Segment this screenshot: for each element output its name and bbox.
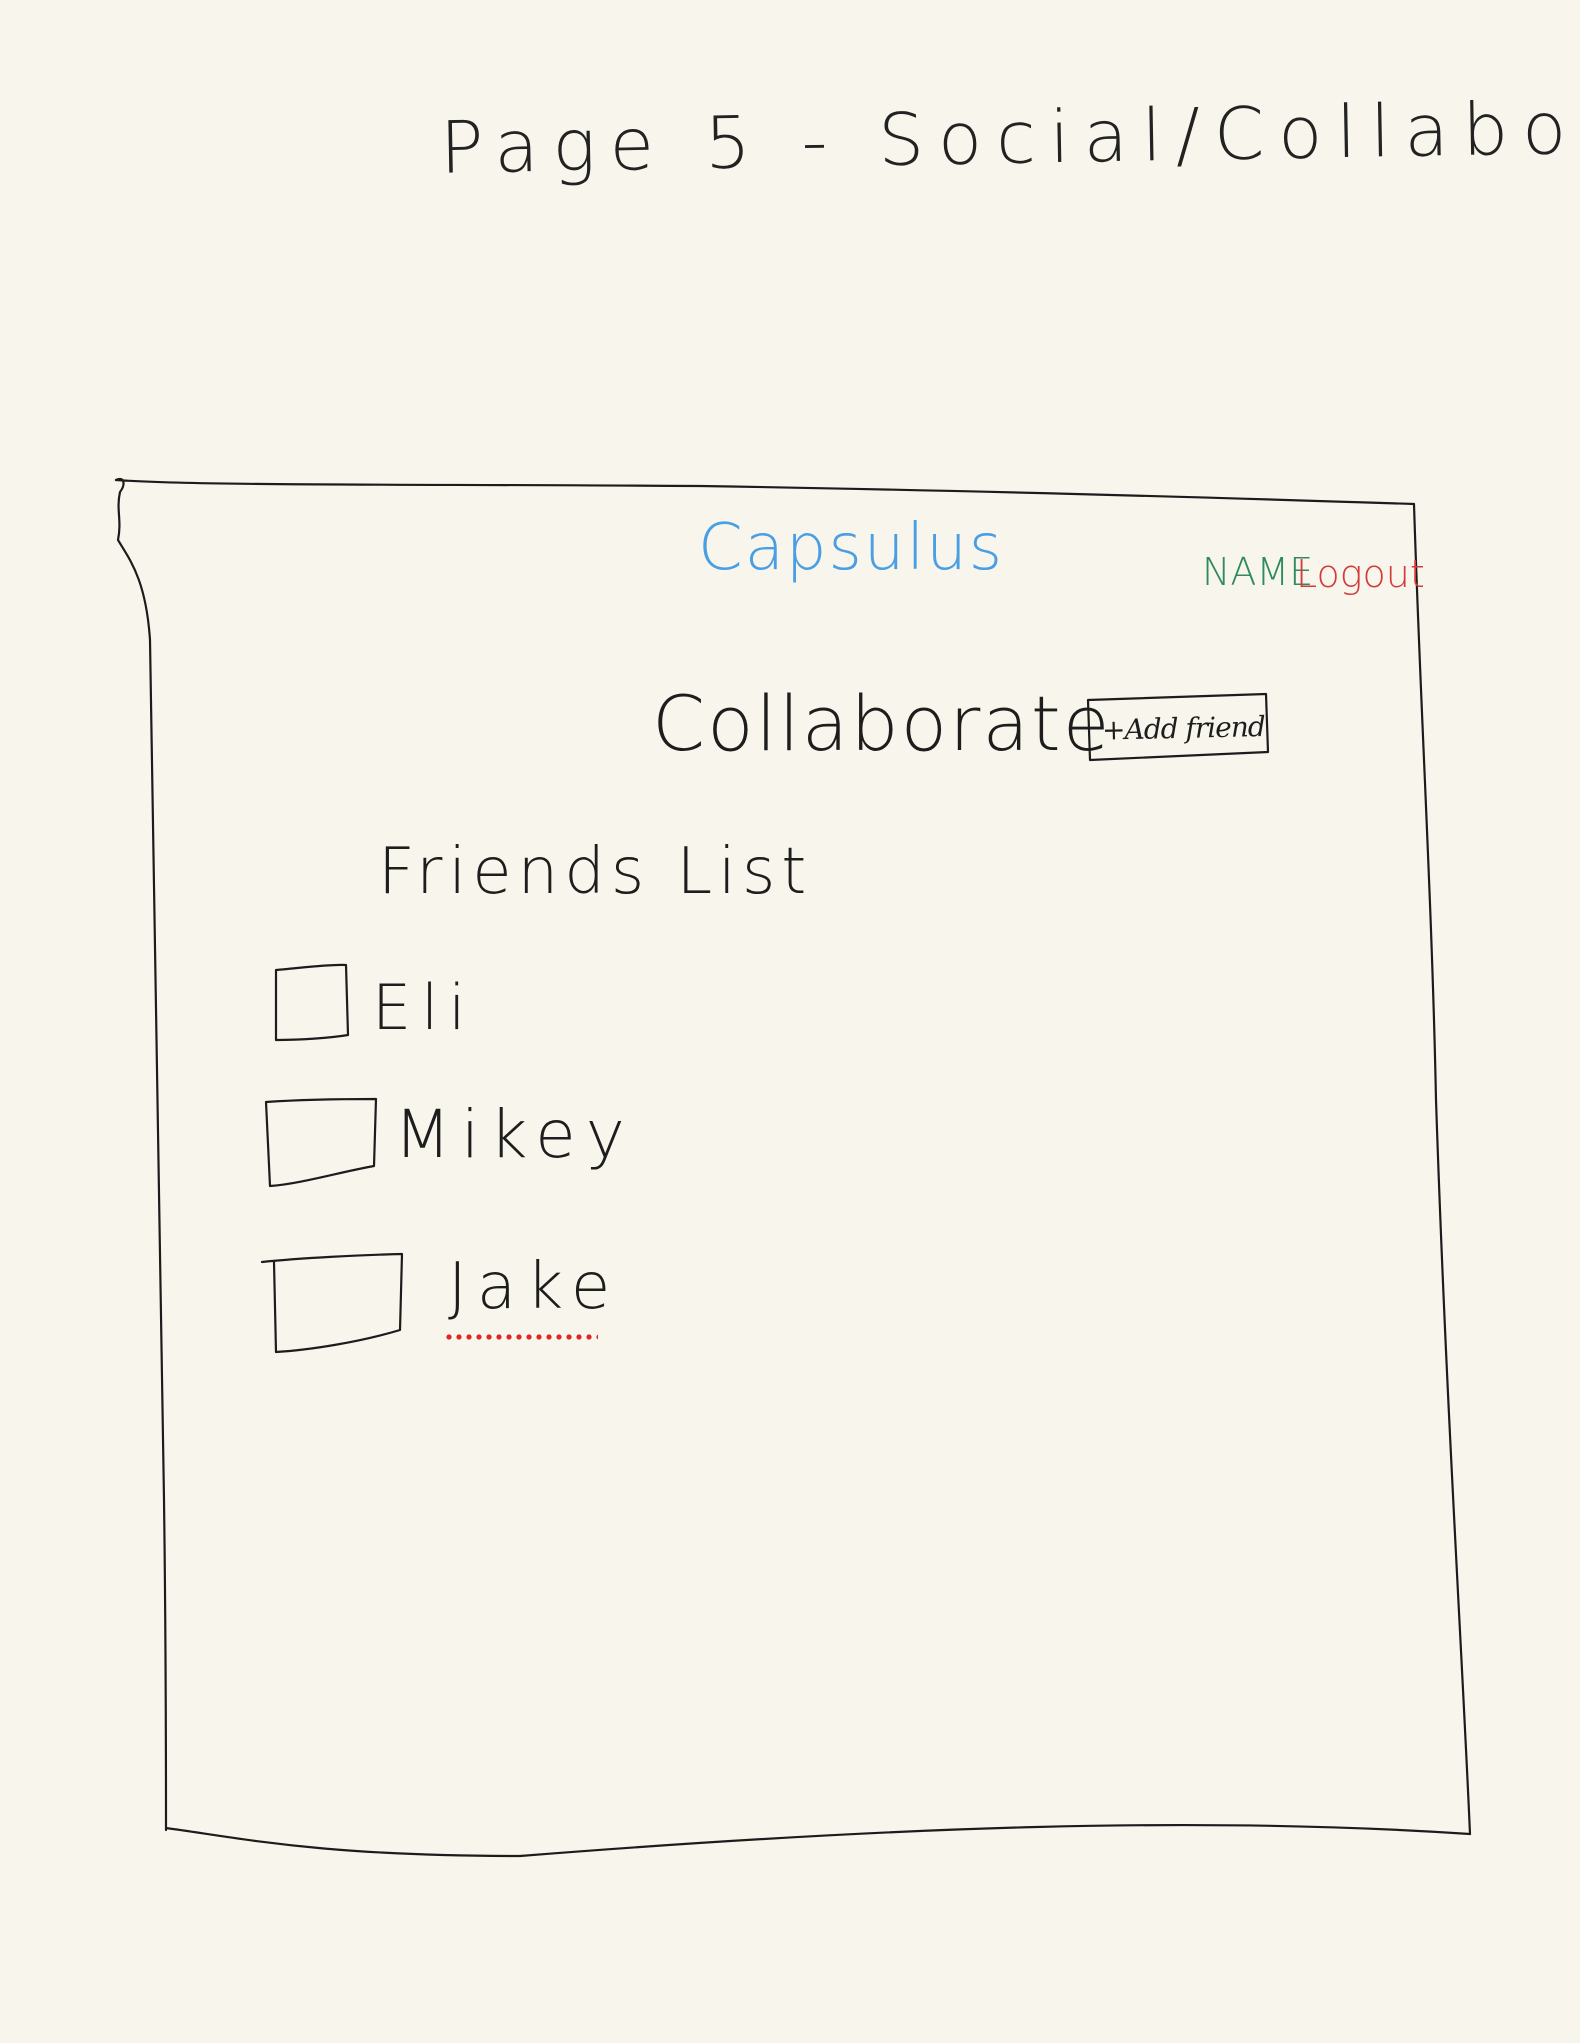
logout-link[interactable]: Logout	[1296, 555, 1425, 593]
friends-list-title: Friends List	[378, 835, 813, 909]
wireframe-frame	[114, 477, 1472, 1858]
friend-row-mikey[interactable]: Mikey	[266, 1098, 625, 1190]
add-friend-button[interactable]: +Add friend	[1087, 698, 1266, 756]
sketch-page-title: Page 5 - Social/Collaborate	[439, 82, 1580, 190]
spellcheck-underline	[444, 1334, 598, 1340]
friend-name-mikey: Mikey	[394, 1096, 635, 1173]
page-title: Collaborate	[652, 679, 1112, 768]
friend-name-jake: Jake	[448, 1250, 621, 1324]
friend-name-eli: Eli	[372, 971, 476, 1044]
app-title[interactable]: Capsulus	[698, 516, 1004, 580]
friend-checkbox-jake[interactable]	[262, 1253, 402, 1353]
friend-checkbox-mikey[interactable]	[266, 1098, 376, 1186]
friend-checkbox-eli[interactable]	[276, 965, 348, 1041]
friend-row-eli[interactable]: Eli	[276, 965, 496, 1045]
add-friend-label: +Add friend	[1101, 709, 1266, 747]
